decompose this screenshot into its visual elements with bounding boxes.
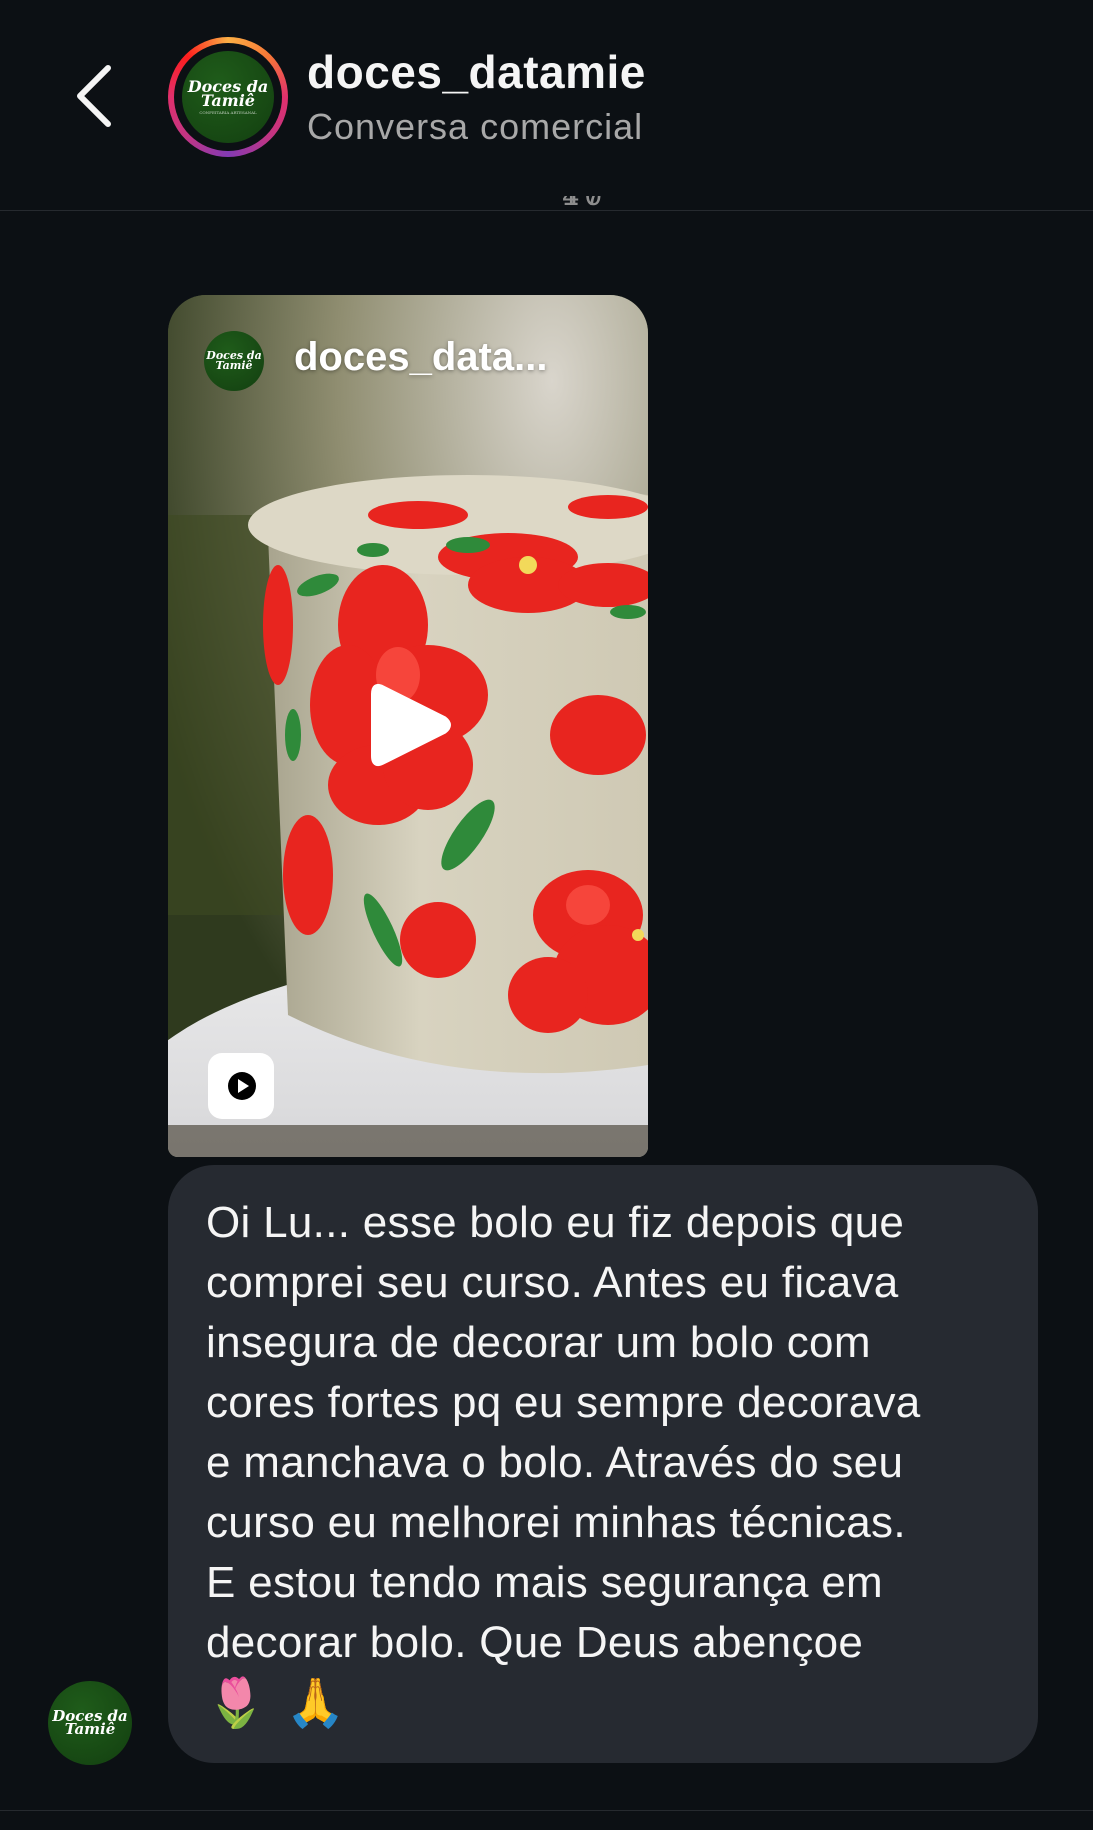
chevron-left-icon: [77, 65, 111, 127]
sender-avatar-line2: Tamiê: [64, 1720, 116, 1738]
message-text: Oi Lu... esse bolo eu fiz depois que com…: [206, 1198, 921, 1667]
composer-divider: [0, 1810, 1093, 1811]
message-bubble[interactable]: Oi Lu... esse bolo eu fiz depois que com…: [168, 1165, 1038, 1763]
shared-post-avatar-line2: Tamiê: [215, 359, 253, 372]
avatar-logo-tagline: CONFEITARIA ARTESANAL: [199, 109, 257, 115]
chat-subtitle: Conversa comercial: [307, 106, 644, 147]
shared-reel-card[interactable]: Doces da Tamiê doces_data...: [168, 295, 648, 1157]
back-button[interactable]: [72, 62, 118, 130]
timestamp: 10 47: [540, 196, 630, 208]
shared-post-username[interactable]: doces_data...: [294, 335, 547, 380]
avatar-logo-line2: Tamiê: [201, 91, 255, 111]
reel-icon: [208, 1053, 274, 1119]
story-ring-avatar[interactable]: Doces da Tamiê CONFEITARIA ARTESANAL: [168, 37, 288, 157]
shared-post-avatar: Doces da Tamiê: [204, 331, 264, 391]
sender-avatar[interactable]: Doces da Tamiê: [48, 1681, 132, 1765]
play-icon[interactable]: [368, 680, 452, 770]
avatar: Doces da Tamiê CONFEITARIA ARTESANAL: [182, 51, 274, 143]
chat-username[interactable]: doces_datamie: [307, 45, 646, 99]
tulip-emoji-icon: 🌷: [206, 1675, 266, 1731]
reel-play-glyph: [228, 1072, 256, 1100]
message-emojis: 🌷 🙏: [206, 1673, 1002, 1733]
praying-hands-emoji-icon: 🙏: [285, 1675, 346, 1731]
chat-header: Doces da Tamiê CONFEITARIA ARTESANAL doc…: [0, 0, 1093, 211]
